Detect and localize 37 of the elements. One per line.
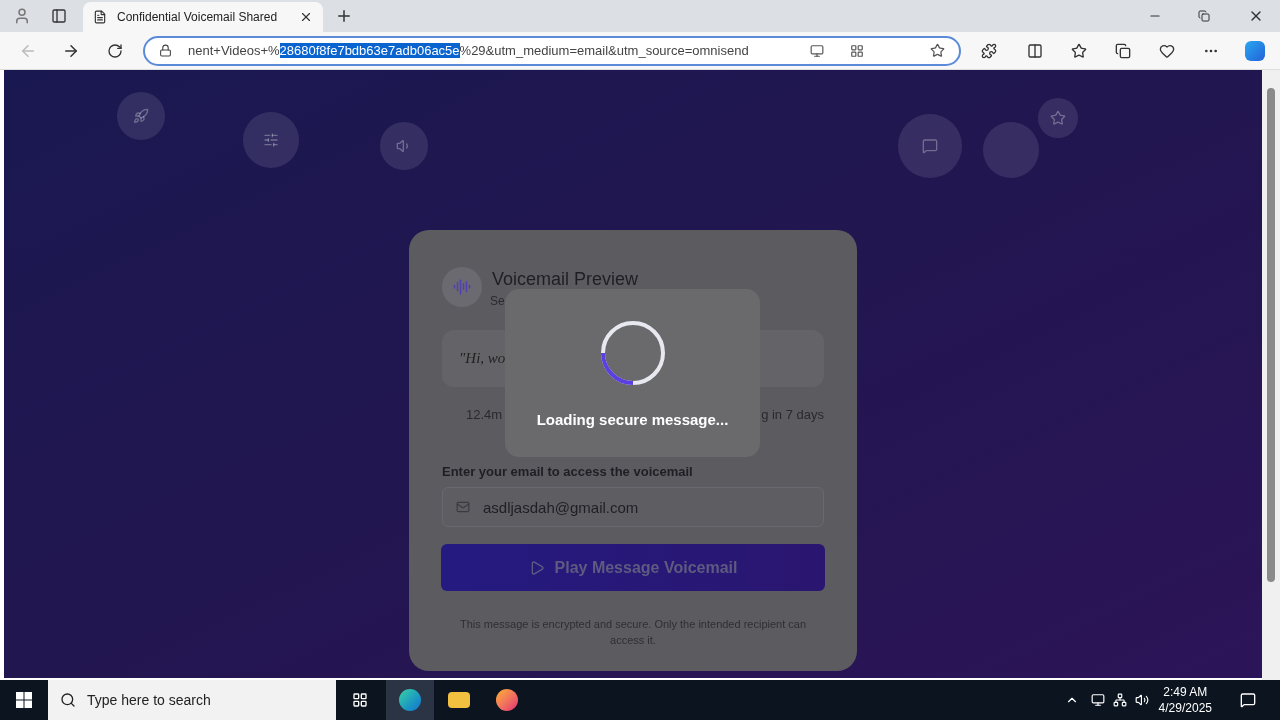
- rocket-icon: [133, 108, 149, 124]
- clock-time[interactable]: 2:49 AM: [1163, 684, 1208, 700]
- restore-icon[interactable]: [1198, 10, 1210, 22]
- refresh-icon[interactable]: [107, 42, 123, 59]
- browser-taskbar-icon[interactable]: [386, 680, 434, 720]
- profile-icon[interactable]: [13, 7, 31, 25]
- split-screen-icon[interactable]: [1027, 42, 1043, 59]
- browser-tab[interactable]: Confidential Voicemail Shared: [83, 2, 323, 32]
- loading-spinner: [598, 319, 667, 387]
- sliders-icon: [263, 132, 279, 148]
- card-title: Voicemail Preview: [492, 268, 639, 290]
- star-icon: [1050, 110, 1066, 126]
- taskbar-search-field[interactable]: Type here to search: [48, 680, 336, 720]
- tab-close-icon[interactable]: [299, 10, 313, 24]
- decor-bubble: [983, 122, 1039, 178]
- search-icon: [60, 692, 76, 708]
- new-tab-icon[interactable]: [335, 7, 353, 25]
- audio-icon: [442, 267, 482, 307]
- address-bar[interactable]: nent+Videos+%28680f8fe7bdb63e7adb06ac5e%29&utm_medium=email&utm_source=omnisend: [143, 35, 961, 66]
- loading-text: Loading secure message...: [536, 410, 729, 430]
- folder-icon[interactable]: [448, 692, 470, 708]
- clock-date[interactable]: 4/29/2025: [1158, 700, 1212, 716]
- volume-icon[interactable]: [1134, 693, 1149, 707]
- health-icon[interactable]: [1159, 42, 1175, 59]
- notifications-icon[interactable]: [1240, 692, 1256, 708]
- task-view-icon[interactable]: [352, 692, 368, 708]
- tab-actions-icon[interactable]: [51, 8, 67, 24]
- mail-icon: [456, 500, 470, 514]
- scrollbar[interactable]: [1262, 70, 1280, 680]
- chat-icon: [922, 138, 938, 154]
- extensions-icon[interactable]: [981, 42, 997, 59]
- page-icon: [93, 10, 107, 24]
- email-label: Enter your email to access the voicemail: [442, 462, 693, 481]
- network-icon[interactable]: [1112, 693, 1127, 707]
- tray-device-icon[interactable]: [1090, 693, 1105, 707]
- favorites-icon[interactable]: [1071, 42, 1087, 59]
- collections-icon[interactable]: [1115, 42, 1131, 59]
